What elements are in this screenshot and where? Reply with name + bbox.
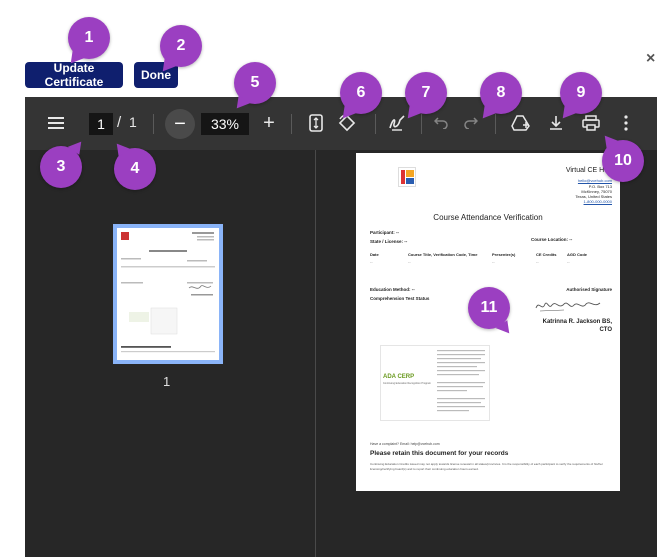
col-agd-code: AGD Code <box>567 252 587 257</box>
state-license-field: State / License: -- <box>370 239 408 244</box>
toolbar-divider <box>153 114 154 134</box>
add-to-drive-icon[interactable] <box>509 112 533 134</box>
col-course-title: Course Title, Verification Code, Time <box>408 252 478 257</box>
callout-8: 8 <box>480 72 522 114</box>
signer-name: Katrinna R. Jackson BS, <box>542 319 612 325</box>
ada-cerp-logo: ADA CERP <box>383 374 415 380</box>
toolbar-divider <box>291 114 292 134</box>
panel-divider <box>315 150 316 557</box>
footer-disclaimer: Continuing Education Credits issued may … <box>370 462 603 471</box>
page-total: 1 <box>129 114 137 130</box>
menu-icon[interactable] <box>45 112 67 134</box>
callout-1: 1 <box>68 17 110 59</box>
callout-4: 4 <box>114 148 156 190</box>
cell-date: -- <box>370 259 373 264</box>
toolbar-divider <box>375 114 376 134</box>
course-location-field: Course Location: -- <box>531 237 573 242</box>
zoom-out-button[interactable]: − <box>165 109 195 139</box>
cell-agd-code: -- <box>567 259 570 264</box>
zoom-in-button[interactable]: + <box>258 110 280 136</box>
toolbar-divider <box>421 114 422 134</box>
callout-7: 7 <box>405 72 447 114</box>
callout-5: 5 <box>234 62 276 104</box>
document-title: Course Attendance Verification <box>433 213 543 222</box>
zoom-level-input[interactable]: 33% <box>201 113 249 135</box>
close-icon[interactable]: × <box>646 50 655 68</box>
callout-11: 11 <box>468 287 510 329</box>
page-number-input[interactable]: 1 <box>89 113 113 135</box>
page-thumbnail[interactable] <box>113 224 223 364</box>
callout-3: 3 <box>40 146 82 188</box>
ada-cerp-subtitle: Continuing Education Recognition Program <box>383 382 431 385</box>
callout-6: 6 <box>340 72 382 114</box>
complaint-note: Have a complaint? Email: help@vcehub.com <box>370 442 440 446</box>
retain-note: Please retain this document for your rec… <box>370 450 509 457</box>
comprehension-status: Comprehension Test Status <box>370 296 430 301</box>
col-presenters: Presenter(s) <box>492 252 516 257</box>
col-date: Date <box>370 252 379 257</box>
redo-icon[interactable] <box>461 113 481 133</box>
callout-9: 9 <box>560 72 602 114</box>
more-vert-icon[interactable] <box>617 112 635 134</box>
authorised-signature-label: Authorised Signature <box>566 287 612 292</box>
org-email[interactable]: hello@vcehub.com <box>578 178 612 183</box>
thumbnail-panel: 1 <box>25 150 315 557</box>
participant-field: Participant: -- <box>370 230 400 235</box>
toolbar-divider <box>495 114 496 134</box>
signature-image <box>535 302 601 312</box>
fit-page-icon[interactable] <box>305 112 327 134</box>
print-icon[interactable] <box>579 112 603 134</box>
callout-2: 2 <box>160 25 202 67</box>
signer-title: CTO <box>599 327 612 333</box>
page-separator: / <box>117 114 122 131</box>
org-phone[interactable]: 1-800-000-0000 <box>584 199 612 204</box>
org-logo <box>398 167 416 187</box>
thumbnail-page-label: 1 <box>163 374 171 389</box>
cell-course-title: -- <box>408 259 411 264</box>
undo-icon[interactable] <box>431 113 451 133</box>
callout-10: 10 <box>602 140 644 182</box>
col-ce-credits: CE Credits <box>536 252 557 257</box>
ada-cerp-box: ADA CERP Continuing Education Recognitio… <box>380 345 490 421</box>
cell-ce-credits: -- <box>536 259 539 264</box>
cell-presenters: -- <box>492 259 495 264</box>
education-method-field: Education Method: -- <box>370 287 415 292</box>
